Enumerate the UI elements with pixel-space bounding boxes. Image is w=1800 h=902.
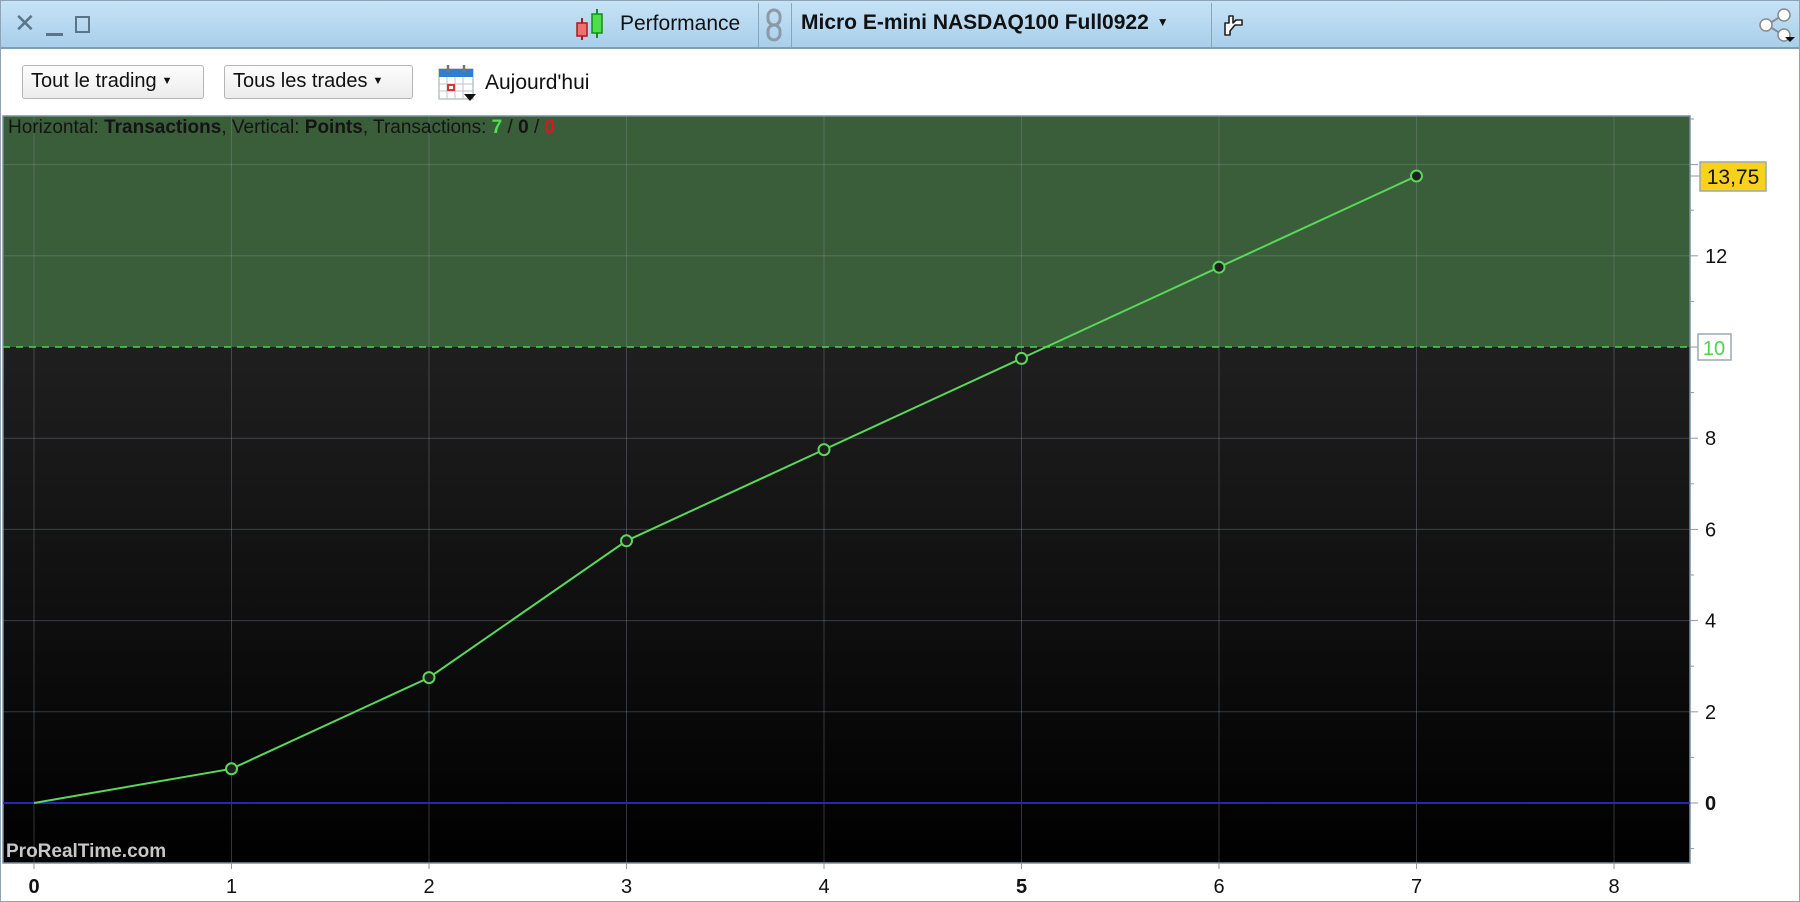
data-point[interactable] <box>1212 260 1226 274</box>
data-point[interactable] <box>422 671 436 685</box>
x-tick-label: 5 <box>1016 876 1027 898</box>
x-tick-label: 8 <box>1608 876 1619 898</box>
data-point[interactable] <box>620 534 633 548</box>
x-tick-label: 4 <box>818 876 829 898</box>
x-tick-label: 0 <box>28 876 39 898</box>
vertical-value: Points <box>304 117 363 138</box>
last-value-label: 13,75 <box>1707 166 1760 189</box>
data-point[interactable] <box>1015 351 1028 365</box>
x-tick-label: 6 <box>1213 876 1224 898</box>
data-point[interactable] <box>225 762 238 776</box>
y-tick-label: 12 <box>1705 246 1727 268</box>
count-separator: / <box>502 117 519 138</box>
target-label: 10 <box>1703 338 1725 360</box>
y-tick-label: 8 <box>1705 428 1716 450</box>
data-point[interactable] <box>817 443 831 457</box>
chart-info-header: Horizontal: Transactions, Vertical: Poin… <box>8 117 555 139</box>
data-point[interactable] <box>1410 169 1423 183</box>
x-tick-label: 7 <box>1411 876 1422 898</box>
x-tick-label: 1 <box>226 876 237 898</box>
x-tick-label: 3 <box>621 876 632 898</box>
x-tick-label: 2 <box>423 876 434 898</box>
horizontal-value: Transactions <box>104 117 222 138</box>
above-target-zone <box>3 116 1690 347</box>
neutral-count: 0 <box>518 117 529 138</box>
losing-count: 0 <box>544 117 556 138</box>
y-tick-label: 2 <box>1705 702 1716 724</box>
horizontal-label: Horizontal: <box>8 117 99 138</box>
count-separator: / <box>528 117 545 138</box>
below-target-zone <box>3 347 1690 863</box>
y-tick-label: 0 <box>1705 793 1716 815</box>
watermark: ProRealTime.com <box>6 841 167 862</box>
y-tick-label: 4 <box>1705 611 1716 633</box>
vertical-label: , Vertical: <box>221 117 300 138</box>
y-tick-label: 6 <box>1705 519 1716 541</box>
winning-count: 7 <box>491 117 503 138</box>
transactions-label: , Transactions: <box>362 117 487 138</box>
